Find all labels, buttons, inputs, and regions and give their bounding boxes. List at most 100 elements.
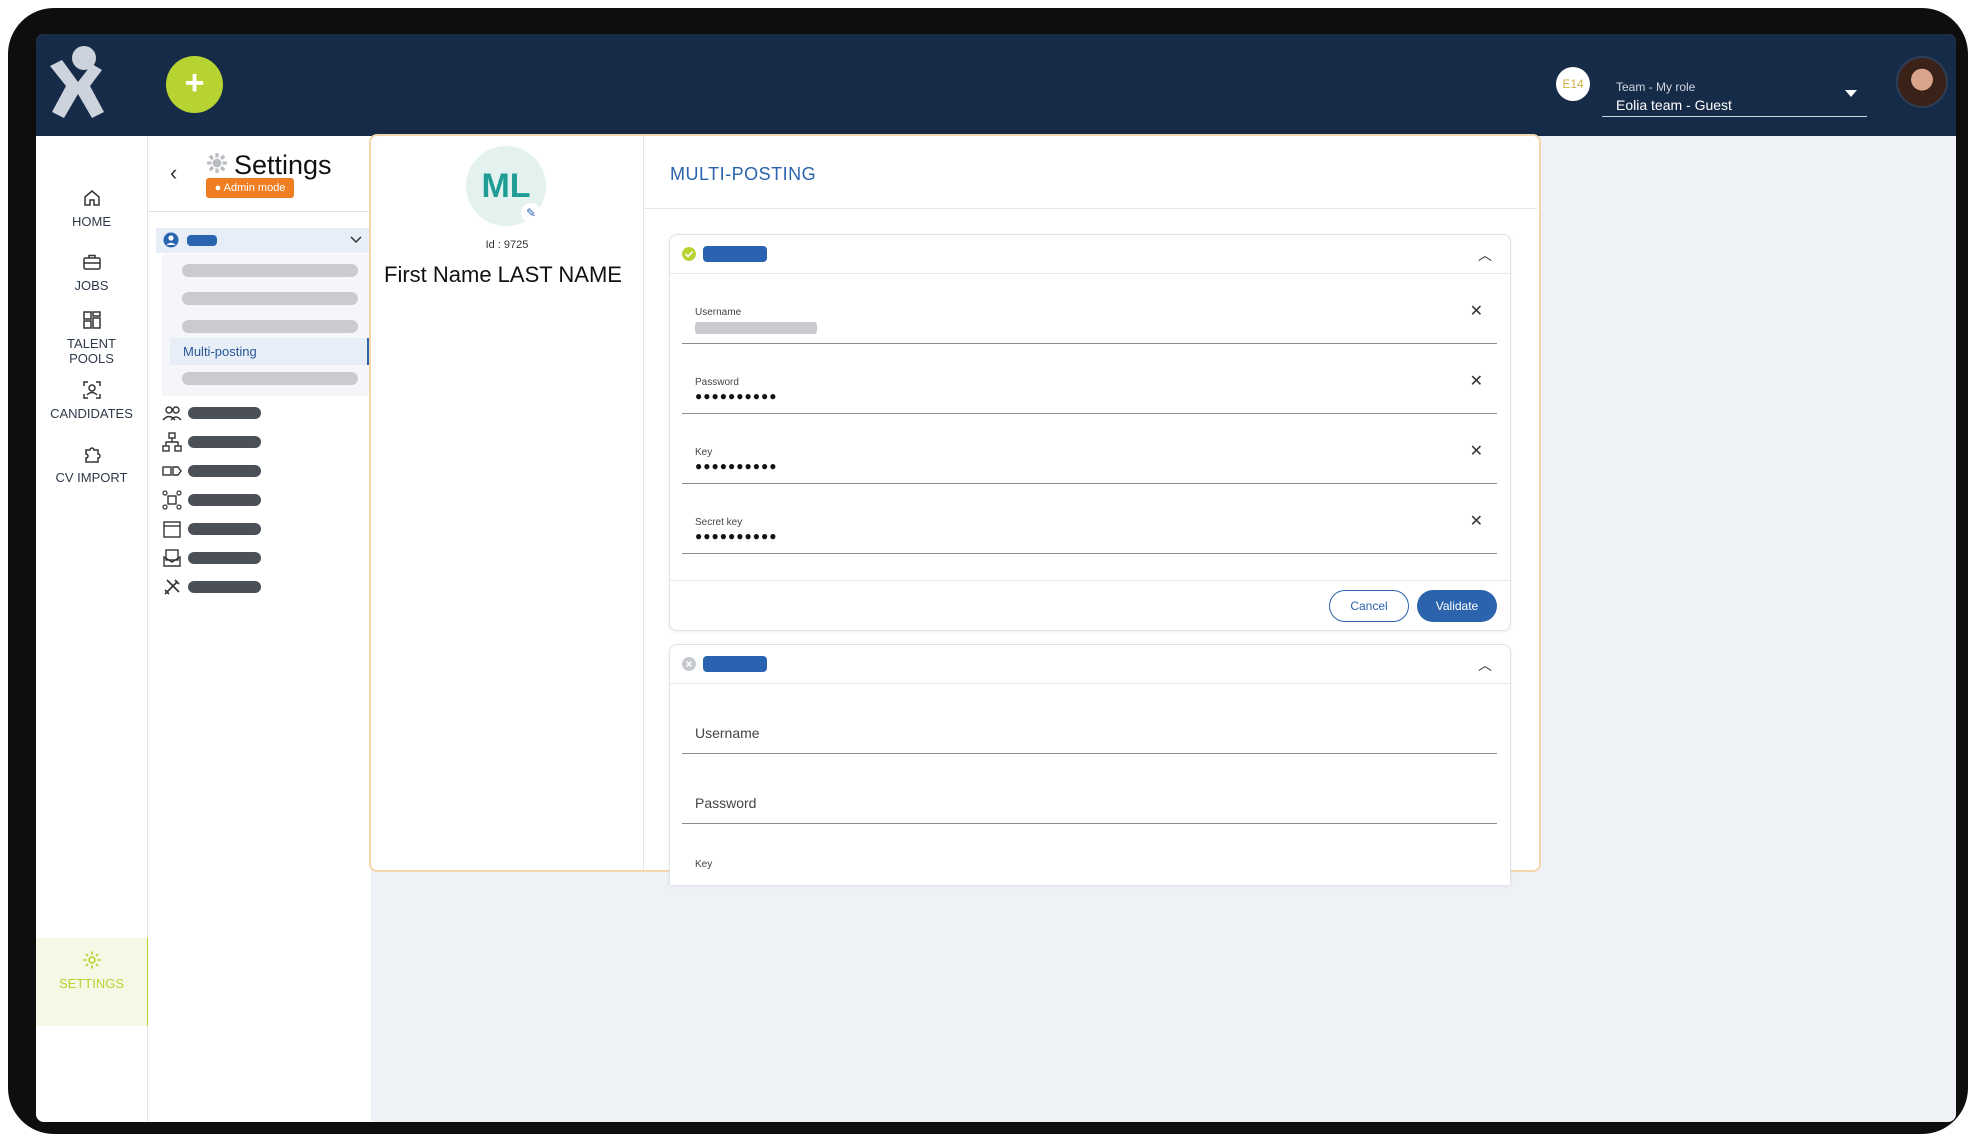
redacted-item[interactable] (182, 264, 358, 277)
x-circle-icon (682, 657, 696, 671)
gear-icon (83, 951, 100, 969)
profile-column: ML ✎ Id : 9725 First Name LAST NAME (371, 136, 644, 870)
content-card: ML ✎ Id : 9725 First Name LAST NAME MULT… (369, 134, 1541, 885)
clear-icon[interactable]: ✕ (1470, 301, 1483, 321)
key-label: Key (695, 859, 713, 870)
grid-icon (82, 311, 101, 329)
nav-settings[interactable]: SETTINGS (36, 938, 150, 1026)
app-logo-icon[interactable] (44, 42, 120, 126)
briefcase-icon (82, 254, 101, 270)
connector-panel-inactive: ︿ Username Password Key (669, 644, 1511, 885)
app-screen: + E14 Team - My role Eolia team - Guest … (36, 34, 1956, 1122)
chevron-up-icon[interactable]: ︿ (1478, 655, 1492, 675)
sidebar-item-multi-posting[interactable]: Multi-posting (170, 338, 370, 365)
nav-cv-import-label: CV IMPORT (55, 470, 128, 485)
divider (644, 208, 1537, 209)
role-label: Team - My role (1616, 80, 1696, 94)
username-field[interactable]: Username ✕ (682, 273, 1497, 344)
clear-icon[interactable]: ✕ (1470, 371, 1483, 391)
edit-pencil-icon[interactable]: ✎ (521, 203, 541, 223)
username-placeholder: Username (695, 725, 760, 741)
key-field[interactable]: Key ●●●●●●●●●● ✕ (682, 413, 1497, 484)
redacted-connector-name (703, 656, 767, 672)
chevron-up-icon[interactable]: ︿ (1478, 245, 1492, 265)
settings-group-header[interactable] (156, 228, 374, 253)
password-value: ●●●●●●●●●● (695, 389, 778, 403)
multiposting-section: MULTI-POSTING ︿ Username ✕ Password ●●●●… (644, 136, 1537, 885)
connector-panel-active: ︿ Username ✕ Password ●●●●●●●●●● ✕ Key ●… (669, 234, 1511, 631)
home-icon (83, 190, 100, 206)
divider (670, 580, 1510, 581)
redacted-value (695, 322, 817, 334)
tools-icon (164, 579, 180, 595)
divider (148, 211, 371, 212)
panel-header[interactable]: ︿ (670, 645, 1510, 684)
users-icon (162, 406, 182, 421)
redacted-item[interactable] (188, 523, 261, 535)
nav-jobs[interactable]: JOBS (36, 252, 147, 293)
mail-icon (163, 549, 181, 567)
key-value: ●●●●●●●●●● (695, 459, 778, 473)
role-selector[interactable]: Team - My role Eolia team - Guest (1602, 64, 1867, 117)
workflow-icon (162, 490, 182, 510)
add-button[interactable]: + (166, 56, 223, 113)
org-chart-icon (162, 432, 182, 452)
redacted-label (187, 235, 217, 246)
candidate-scan-icon (82, 381, 101, 399)
panel-header[interactable]: ︿ (670, 235, 1510, 274)
calendar-icon (163, 521, 181, 538)
profile-id: Id : 9725 (485, 239, 529, 251)
role-value: Eolia team - Guest (1616, 97, 1732, 113)
clear-icon[interactable]: ✕ (1470, 511, 1483, 531)
key-label: Key (695, 447, 713, 458)
redacted-connector-name (703, 246, 767, 262)
chevron-down-icon[interactable] (1845, 90, 1857, 97)
redacted-item[interactable] (188, 436, 261, 448)
secret-key-label: Secret key (695, 517, 743, 528)
username-input[interactable]: Username (682, 683, 1497, 754)
puzzle-icon (84, 447, 101, 463)
chevron-down-icon[interactable] (350, 236, 362, 244)
redacted-item[interactable] (182, 372, 358, 385)
clear-icon[interactable]: ✕ (1470, 441, 1483, 461)
password-field[interactable]: Password ●●●●●●●●●● ✕ (682, 343, 1497, 414)
validate-button[interactable]: Validate (1417, 590, 1497, 622)
username-label: Username (695, 307, 742, 318)
admin-mode-badge: ● Admin mode (206, 178, 294, 198)
user-circle-icon (163, 232, 179, 248)
left-nav: HOME JOBS TALENT POOLS CANDIDATES CV IMP… (36, 136, 150, 1122)
redacted-item[interactable] (188, 494, 261, 506)
nav-candidates-label: CANDIDATES (50, 406, 133, 421)
tag-icon (162, 466, 182, 476)
password-label: Password (695, 377, 739, 388)
redacted-item[interactable] (182, 292, 358, 305)
nav-talent-pools-label: TALENT POOLS (67, 336, 116, 366)
key-input[interactable]: Key (682, 823, 1497, 893)
password-placeholder: Password (695, 795, 757, 811)
profile-name: First Name LAST NAME (384, 262, 622, 287)
back-arrow-icon[interactable]: ‹ (170, 160, 177, 186)
redacted-item[interactable] (188, 407, 261, 419)
page-title: Settings (234, 150, 332, 180)
admin-mode-label: Admin mode (223, 182, 286, 194)
team-badge[interactable]: E14 (1556, 67, 1590, 101)
nav-jobs-label: JOBS (74, 278, 109, 293)
nav-cv-import[interactable]: CV IMPORT (36, 444, 147, 485)
redacted-item[interactable] (188, 552, 261, 564)
settings-panel: ‹ Settings ● Admin mode Multi-posting (148, 136, 374, 1122)
settings-gear-icon (207, 153, 227, 173)
redacted-item[interactable] (188, 581, 261, 593)
top-bar: + E14 Team - My role Eolia team - Guest (36, 34, 1956, 136)
secret-key-field[interactable]: Secret key ●●●●●●●●●● ✕ (682, 483, 1497, 554)
password-input[interactable]: Password (682, 753, 1497, 824)
nav-candidates[interactable]: CANDIDATES (36, 380, 147, 421)
redacted-item[interactable] (182, 320, 358, 333)
section-title: MULTI-POSTING (670, 164, 817, 184)
nav-home[interactable]: HOME (36, 188, 147, 229)
redacted-item[interactable] (188, 465, 261, 477)
avatar[interactable] (1896, 56, 1948, 108)
nav-talent-pools[interactable]: TALENT POOLS (36, 310, 147, 366)
cancel-button[interactable]: Cancel (1329, 590, 1409, 622)
device-frame: + E14 Team - My role Eolia team - Guest … (8, 8, 1968, 1134)
check-circle-icon (682, 247, 696, 261)
